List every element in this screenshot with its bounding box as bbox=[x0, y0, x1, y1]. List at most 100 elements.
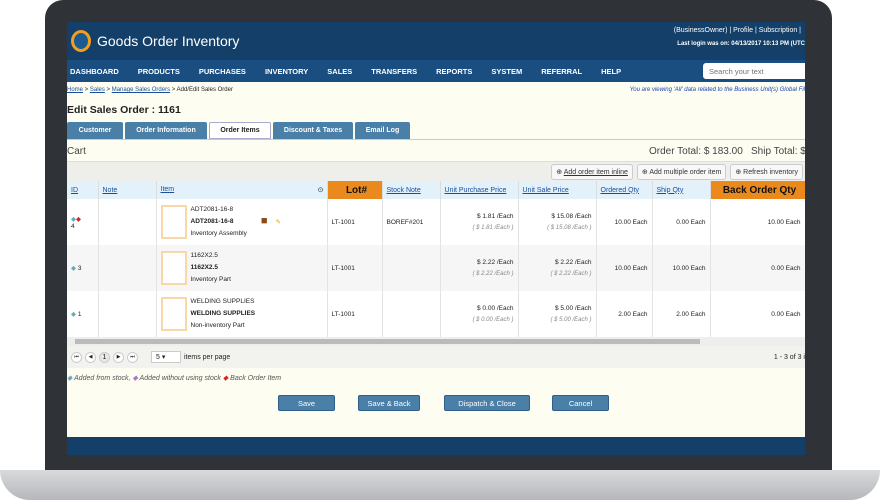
item-code: 1162X2.5 bbox=[190, 252, 218, 259]
cell-unit-sale-price: $ 15.08 /Each ( $ 15.08 /Each ) bbox=[518, 199, 597, 245]
col-id[interactable]: ID bbox=[67, 181, 99, 199]
table-row[interactable]: ◆◆ 4 ADT2081-16-8 ADT2081-16-8 Inventory As… bbox=[67, 199, 805, 245]
filter-icon[interactable]: ⊙ bbox=[318, 186, 324, 194]
cart-toolbar: ⊕ Add order item inline ⊕ Add multiple o… bbox=[67, 161, 805, 181]
scrollbar-thumb[interactable] bbox=[75, 339, 700, 344]
col-unit-purchase-price[interactable]: Unit Purchase Price bbox=[440, 181, 519, 199]
breadcrumb-sales[interactable]: Sales bbox=[90, 87, 105, 93]
per-page-label: items per page bbox=[184, 353, 231, 361]
upp-sub: ( $ 2.22 /Each ) bbox=[472, 271, 514, 277]
breadcrumb-home[interactable]: Home bbox=[67, 87, 83, 93]
col-ship-link[interactable]: Ship Qty bbox=[657, 187, 684, 194]
col-note-link[interactable]: Note bbox=[103, 187, 118, 194]
legend-back-order: Back Order Item bbox=[230, 375, 282, 382]
tab-bar: Customer Order Information Order Items D… bbox=[67, 122, 805, 139]
app-title: Goods Order Inventory bbox=[97, 33, 240, 49]
item-type: Non-inventory Part bbox=[190, 322, 245, 329]
cell-id: ◆◆ 4 bbox=[67, 199, 99, 245]
app-header: Goods Order Inventory (BusinessOwner) | … bbox=[67, 22, 805, 60]
cell-note bbox=[98, 245, 157, 291]
nav-purchases[interactable]: PURCHASES bbox=[199, 67, 246, 76]
add-multiple-order-item-button[interactable]: ⊕ Add multiple order item bbox=[636, 163, 727, 180]
tab-email-log[interactable]: Email Log bbox=[355, 122, 410, 139]
next-page-button[interactable]: ▶ bbox=[113, 351, 124, 363]
user-links[interactable]: (BusinessOwner) | Profile | Subscription… bbox=[674, 27, 801, 34]
nav-help[interactable]: HELP bbox=[601, 67, 621, 76]
order-total: Order Total: $ 183.00 bbox=[649, 146, 743, 157]
nav-referral[interactable]: REFERRAL bbox=[541, 67, 582, 76]
cell-ship-qty: 2.00 Each bbox=[652, 291, 711, 337]
usp-sub: ( $ 2.22 /Each ) bbox=[550, 271, 592, 277]
col-usp-link[interactable]: Unit Sale Price bbox=[523, 187, 569, 194]
tab-order-information[interactable]: Order Information bbox=[125, 122, 207, 139]
nav-system[interactable]: SYSTEM bbox=[491, 67, 522, 76]
last-page-button[interactable]: ⏭ bbox=[127, 351, 138, 363]
col-ship-qty[interactable]: Ship Qty bbox=[652, 181, 711, 199]
col-stock-note-link[interactable]: Stock Note bbox=[387, 187, 421, 194]
cell-stock-note bbox=[382, 291, 441, 337]
col-item[interactable]: Item ⊙ bbox=[156, 181, 328, 199]
tag-blue-icon: ◆ bbox=[71, 265, 76, 272]
col-item-link[interactable]: Item bbox=[161, 186, 175, 193]
nav-inventory[interactable]: INVENTORY bbox=[265, 67, 308, 76]
current-page[interactable]: 1 bbox=[99, 351, 110, 363]
edit-pencil-icon[interactable]: ✎ bbox=[276, 219, 281, 226]
col-upp-link[interactable]: Unit Purchase Price bbox=[445, 187, 507, 194]
cancel-button[interactable]: Cancel bbox=[552, 395, 609, 411]
item-name: WELDING SUPPLIES bbox=[190, 310, 256, 317]
breadcrumb-manage[interactable]: Manage Sales Orders bbox=[112, 87, 170, 93]
nav-dashboard[interactable]: DASHBOARD bbox=[70, 67, 119, 76]
legend-from-stock: Added from stock, bbox=[74, 375, 131, 382]
cell-item: WELDING SUPPLIES WELDING SUPPLIES Non-inve… bbox=[156, 291, 328, 337]
pager: ⏮ ◀ 1 ▶ ⏭ 5 ▾ items per page 1 - 3 of 3 … bbox=[67, 346, 805, 368]
col-ordered-link[interactable]: Ordered Qty bbox=[601, 187, 640, 194]
order-items-table: ID Note Item ⊙ Lot# Stock Note Unit Purch… bbox=[67, 181, 805, 337]
cart-label: Cart bbox=[67, 146, 86, 157]
col-id-link[interactable]: ID bbox=[71, 187, 78, 194]
horizontal-scrollbar[interactable] bbox=[67, 337, 805, 346]
item-name: 1162X2.5 bbox=[190, 264, 218, 271]
table-row[interactable]: ◆ 3 1162X2.5 1162X2.5 Inventory Part LT-10… bbox=[67, 245, 805, 291]
save-button[interactable]: Save bbox=[278, 395, 335, 411]
col-lot: Lot# bbox=[327, 181, 383, 199]
search-input[interactable] bbox=[703, 63, 805, 79]
laptop-base bbox=[0, 470, 880, 500]
cell-stock-note bbox=[382, 245, 441, 291]
prev-page-button[interactable]: ◀ bbox=[85, 351, 96, 363]
add-multiple-label: Add multiple order item bbox=[649, 168, 722, 176]
first-page-button[interactable]: ⏮ bbox=[71, 351, 82, 363]
row-id: 4 bbox=[71, 222, 75, 230]
item-name: ADT2081-16-8 bbox=[190, 218, 234, 225]
row-id: 3 bbox=[77, 265, 82, 272]
tab-discount-taxes[interactable]: Discount & Taxes bbox=[273, 122, 353, 139]
tab-customer[interactable]: Customer bbox=[67, 122, 123, 139]
nav-transfers[interactable]: TRANSFERS bbox=[371, 67, 417, 76]
refresh-inventory-button[interactable]: ⊕ Refresh inventory bbox=[730, 163, 803, 180]
nav-reports[interactable]: REPORTS bbox=[436, 67, 472, 76]
nav-sales[interactable]: SALES bbox=[327, 67, 352, 76]
page-size-select[interactable]: 5 ▾ bbox=[151, 351, 181, 363]
col-stock-note[interactable]: Stock Note bbox=[382, 181, 441, 199]
col-ordered-qty[interactable]: Ordered Qty bbox=[596, 181, 653, 199]
dispatch-close-button[interactable]: Dispatch & Close bbox=[444, 395, 530, 411]
add-order-item-inline-button[interactable]: ⊕ Add order item inline bbox=[551, 163, 633, 180]
upp-value: $ 0.00 /Each bbox=[477, 305, 514, 312]
col-note[interactable]: Note bbox=[98, 181, 157, 199]
item-type: Inventory Assembly bbox=[190, 230, 247, 237]
upp-value: $ 2.22 /Each bbox=[477, 259, 514, 266]
col-unit-sale-price[interactable]: Unit Sale Price bbox=[518, 181, 597, 199]
tab-order-items[interactable]: Order Items bbox=[209, 122, 271, 139]
cell-unit-purchase-price: $ 2.22 /Each ( $ 2.22 /Each ) bbox=[440, 245, 519, 291]
nav-products[interactable]: PRODUCTS bbox=[138, 67, 180, 76]
cart-bar: Cart Order Total: $ 183.00 Ship Total: $ bbox=[67, 139, 805, 161]
cell-ordered-qty: 2.00 Each bbox=[596, 291, 653, 337]
cell-unit-purchase-price: $ 1.81 /Each ( $ 1.81 /Each ) bbox=[440, 199, 519, 245]
cell-ship-qty: 10.00 Each bbox=[652, 245, 711, 291]
tag-blue-icon: ◆ bbox=[67, 375, 73, 382]
cell-ordered-qty: 10.00 Each bbox=[596, 245, 653, 291]
upp-sub: ( $ 0.00 /Each ) bbox=[472, 317, 514, 323]
save-back-button[interactable]: Save & Back bbox=[358, 395, 420, 411]
cell-unit-purchase-price: $ 0.00 /Each ( $ 0.00 /Each ) bbox=[440, 291, 519, 337]
breadcrumb-sep: > bbox=[83, 87, 90, 93]
table-row[interactable]: ◆ 1 WELDING SUPPLIES WELDING SUPPLIES Non-… bbox=[67, 291, 805, 337]
